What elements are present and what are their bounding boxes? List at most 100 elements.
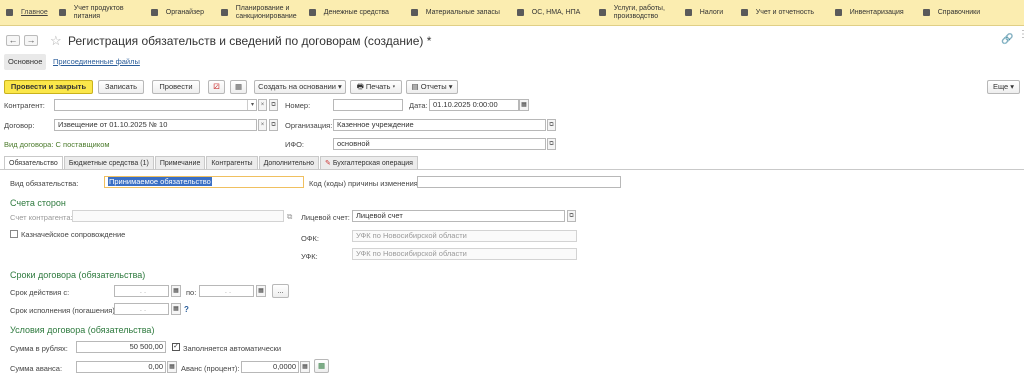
link-icon[interactable]: 🔗 xyxy=(1001,34,1013,45)
contractor-clear-button[interactable]: × xyxy=(258,99,267,111)
reason-code-field[interactable] xyxy=(417,176,621,188)
subtab-files[interactable]: Присоединенные файлы xyxy=(49,54,144,70)
contractor-account-field[interactable] xyxy=(72,210,284,222)
menu-item-references[interactable]: Справочники xyxy=(917,0,983,26)
calendar-icon[interactable]: ▦ xyxy=(519,99,529,111)
subtab-main[interactable]: Основное xyxy=(4,54,46,70)
forward-button[interactable]: → xyxy=(24,35,38,46)
menu-item-materials[interactable]: Материальные запасы xyxy=(405,0,511,26)
term-to-calendar-icon[interactable]: ▦ xyxy=(256,285,266,297)
execution-term-field[interactable]: . . xyxy=(114,303,169,315)
tab-bar: Обязательство Бюджетные средства (1) При… xyxy=(4,156,419,170)
grid-icon xyxy=(6,9,13,16)
number-field[interactable] xyxy=(333,99,403,111)
contractor-field[interactable] xyxy=(54,99,257,111)
contractor-label: Контрагент: xyxy=(4,101,45,110)
personal-account-field[interactable]: Лицевой счет xyxy=(352,210,565,222)
tab-budget-funds[interactable]: Бюджетные средства (1) xyxy=(63,156,154,170)
menu-item-services[interactable]: Услуги, работы, производство xyxy=(593,0,679,26)
contractor-account-open-icon[interactable]: ⧉ xyxy=(287,212,292,222)
checkmark-icon: ✓ xyxy=(173,343,179,350)
more-button[interactable]: Еще ▾ xyxy=(987,80,1020,94)
contractor-open-button[interactable]: ⧉ xyxy=(269,99,278,111)
contractor-dropdown-icon[interactable]: ▾ xyxy=(247,100,257,110)
favorite-star-icon[interactable]: ☆ xyxy=(50,33,62,49)
menu-item-money[interactable]: Денежные средства xyxy=(303,0,405,26)
menu-item-planning[interactable]: Планирование и санкционирование xyxy=(215,0,303,26)
menu-item-organizer[interactable]: Органайзер xyxy=(145,0,215,26)
advance-field[interactable]: 0,00 xyxy=(76,361,166,373)
ifo-open-button[interactable]: ⧉ xyxy=(547,138,556,150)
personal-account-open-button[interactable]: ⧉ xyxy=(567,210,576,222)
term-from-calendar-icon[interactable]: ▦ xyxy=(171,285,181,297)
calculator-icon: ▦ xyxy=(317,361,326,370)
truck-icon xyxy=(516,9,524,16)
inventory-check-icon xyxy=(834,9,842,16)
create-based-on-button[interactable]: Создать на основании ▾ xyxy=(254,80,346,94)
ledger-button[interactable]: ⚂ xyxy=(208,80,225,94)
tab-divider xyxy=(0,169,1024,170)
advance-calc-icon[interactable]: ▦ xyxy=(167,361,177,373)
calculator-button[interactable]: ▦ xyxy=(314,359,329,373)
menu-item-food[interactable]: Учет продуктов питания xyxy=(53,0,145,26)
services-icon xyxy=(598,9,606,16)
tab-note[interactable]: Примечание xyxy=(154,156,206,170)
contract-label: Договор: xyxy=(4,121,35,130)
post-button[interactable]: Провести xyxy=(152,80,200,94)
term-to-field[interactable]: . . xyxy=(199,285,254,297)
auto-fill-checkbox[interactable]: ✓ xyxy=(172,343,180,351)
help-icon[interactable]: ? xyxy=(184,305,189,314)
sum-field[interactable]: 50 500,00 xyxy=(76,341,166,353)
menu-item-accounting[interactable]: Учет и отчетность xyxy=(735,0,829,26)
advance-percent-calc-icon[interactable]: ▦ xyxy=(300,361,310,373)
term-to-label: по: xyxy=(186,288,197,297)
execution-term-label: Срок исполнения (погашения): xyxy=(10,306,117,315)
execution-term-calendar-icon[interactable]: ▦ xyxy=(171,303,181,315)
term-from-label: Срок действия с: xyxy=(10,288,70,297)
reports-button[interactable]: ▤ Отчеты ▾ xyxy=(406,80,458,94)
date-field[interactable]: 01.10.2025 0:00:00 xyxy=(429,99,519,111)
save-button[interactable]: Записать xyxy=(98,80,144,94)
title-bar: ← → ☆ Регистрация обязательств и сведени… xyxy=(0,30,1024,52)
tab-contractors[interactable]: Контрагенты xyxy=(206,156,258,170)
ifo-field[interactable]: основной xyxy=(333,138,546,150)
back-button[interactable]: ← xyxy=(6,35,20,46)
list-icon: ▦ xyxy=(234,82,243,91)
organization-label: Организация: xyxy=(285,121,333,130)
reports-icon xyxy=(740,9,748,16)
advance-label: Сумма аванса: xyxy=(10,364,63,373)
term-from-field[interactable]: . . xyxy=(114,285,169,297)
terms-section-title: Сроки договора (обязательства) xyxy=(10,270,146,280)
accounting-icon: ✎ xyxy=(324,160,331,167)
advance-percent-field[interactable]: 0,0000 xyxy=(241,361,299,373)
contract-clear-button[interactable]: × xyxy=(258,119,267,131)
organization-field[interactable]: Казенное учреждение xyxy=(333,119,546,131)
number-label: Номер: xyxy=(285,101,311,110)
tab-obligation[interactable]: Обязательство xyxy=(4,156,63,170)
menu-item-main[interactable]: Главное xyxy=(0,0,53,26)
contract-field[interactable]: Извещение от 01.10.2025 № 10 xyxy=(54,119,257,131)
contract-open-button[interactable]: ⧉ xyxy=(269,119,278,131)
money-icon xyxy=(308,9,316,16)
menu-item-fixed-assets[interactable]: ОС, НМА, НПА xyxy=(511,0,593,26)
organization-open-button[interactable]: ⧉ xyxy=(547,119,556,131)
book-icon xyxy=(922,9,930,16)
treasury-checkbox[interactable] xyxy=(10,230,18,238)
sum-label: Сумма в рублях: xyxy=(10,344,68,353)
tab-additional[interactable]: Дополнительно xyxy=(258,156,319,170)
obligation-kind-field[interactable]: Принимаемое обязательство xyxy=(104,176,304,188)
contract-type-label: Вид договора: С поставщиком xyxy=(4,140,110,149)
post-and-close-button[interactable]: Провести и закрыть xyxy=(4,80,93,94)
reports-icon: ▤ xyxy=(411,82,419,91)
menu-item-taxes[interactable]: Налоги xyxy=(679,0,735,26)
list-button[interactable]: ▦ xyxy=(230,80,247,94)
period-select-button[interactable]: ... xyxy=(272,284,289,298)
personal-account-label: Лицевой счет: xyxy=(301,213,350,222)
menu-item-inventory[interactable]: Инвентаризация xyxy=(829,0,917,26)
more-menu-icon[interactable]: ⋮ xyxy=(1018,30,1024,40)
advance-percent-label: Аванс (процент): xyxy=(181,364,240,373)
ufk-field[interactable]: УФК по Новосибирской области xyxy=(352,248,577,260)
print-button[interactable]: 🖶 Печать ▾ xyxy=(350,80,402,94)
tab-accounting-operation[interactable]: ✎ Бухгалтерская операция xyxy=(319,156,418,170)
ofk-field[interactable]: УФК по Новосибирской области xyxy=(352,230,577,242)
